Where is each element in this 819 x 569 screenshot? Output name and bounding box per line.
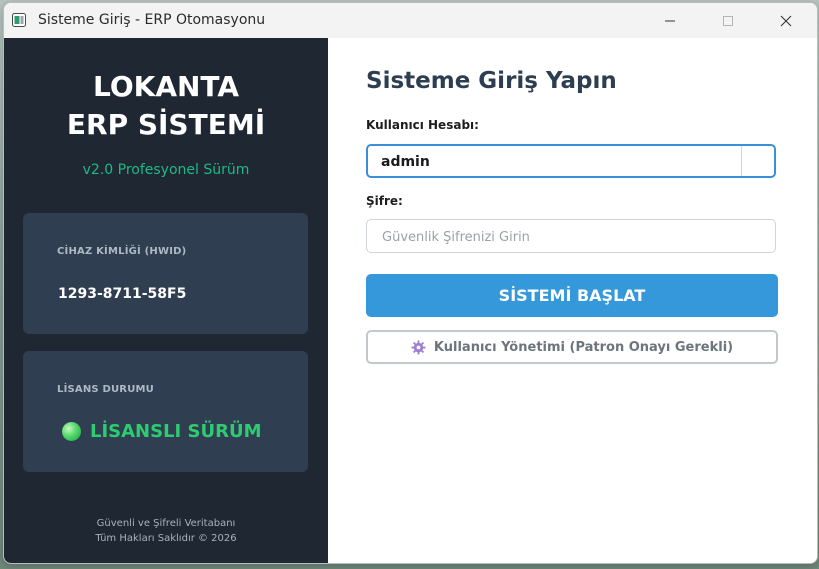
maximize-icon	[723, 15, 733, 26]
login-window: Sisteme Giriş - ERP Otomasyonu LOKANTA E…	[3, 2, 818, 564]
brand-title: LOKANTA ERP SİSTEMİ	[4, 68, 328, 144]
close-button[interactable]	[763, 3, 809, 38]
sidebar: LOKANTA ERP SİSTEMİ v2.0 Profesyonel Sür…	[4, 38, 328, 563]
password-input[interactable]: Güvenlik Şifrenizi Girin	[366, 219, 776, 253]
username-dropdown-separator	[741, 146, 742, 176]
footer-line-2: Tüm Hakları Saklıdır © 2026	[95, 533, 237, 544]
password-placeholder: Güvenlik Şifrenizi Girin	[382, 230, 530, 245]
login-panel: Sisteme Giriş Yapın Kullanıcı Hesabı: ad…	[328, 38, 817, 563]
license-label: LİSANS DURUMU	[57, 384, 154, 395]
license-card: LİSANS DURUMU LİSANSLI SÜRÜM	[23, 351, 308, 472]
user-management-label: Kullanıcı Yönetimi (Patron Onayı Gerekli…	[433, 339, 734, 355]
maximize-button[interactable]	[705, 3, 751, 38]
password-label: Şifre:	[366, 194, 403, 208]
user-management-button[interactable]: Kullanıcı Yönetimi (Patron Onayı Gerekli…	[366, 330, 778, 364]
app-icon	[12, 13, 26, 27]
start-system-button[interactable]: SİSTEMİ BAŞLAT	[366, 274, 778, 317]
start-system-label: SİSTEMİ BAŞLAT	[498, 286, 646, 305]
username-input[interactable]: admin	[366, 144, 776, 178]
hwid-value: 1293-8711-58F5	[58, 286, 187, 302]
footer-line-1: Güvenli ve Şifreli Veritabanı	[96, 518, 236, 529]
minimize-icon	[665, 20, 675, 21]
minimize-button[interactable]	[647, 3, 693, 38]
gear-icon	[411, 339, 426, 355]
hwid-card: CİHAZ KİMLİĞİ (HWID) 1293-8711-58F5	[23, 213, 308, 334]
license-status: LİSANSLI SÜRÜM	[90, 421, 262, 442]
brand-line-1: LOKANTA	[92, 70, 240, 103]
brand-line-2: ERP SİSTEMİ	[66, 108, 266, 141]
hwid-label: CİHAZ KİMLİĞİ (HWID)	[57, 246, 187, 257]
login-heading: Sisteme Giriş Yapın	[366, 68, 617, 94]
sidebar-footer: Güvenli ve Şifreli Veritabanı Tüm Haklar…	[4, 516, 328, 546]
title-bar[interactable]: Sisteme Giriş - ERP Otomasyonu	[4, 3, 817, 38]
close-icon	[780, 15, 792, 26]
version-label: v2.0 Profesyonel Sürüm	[82, 162, 250, 178]
license-status-icon	[62, 422, 81, 441]
username-label: Kullanıcı Hesabı:	[366, 118, 479, 132]
username-value: admin	[381, 154, 430, 170]
window-title: Sisteme Giriş - ERP Otomasyonu	[38, 12, 266, 28]
